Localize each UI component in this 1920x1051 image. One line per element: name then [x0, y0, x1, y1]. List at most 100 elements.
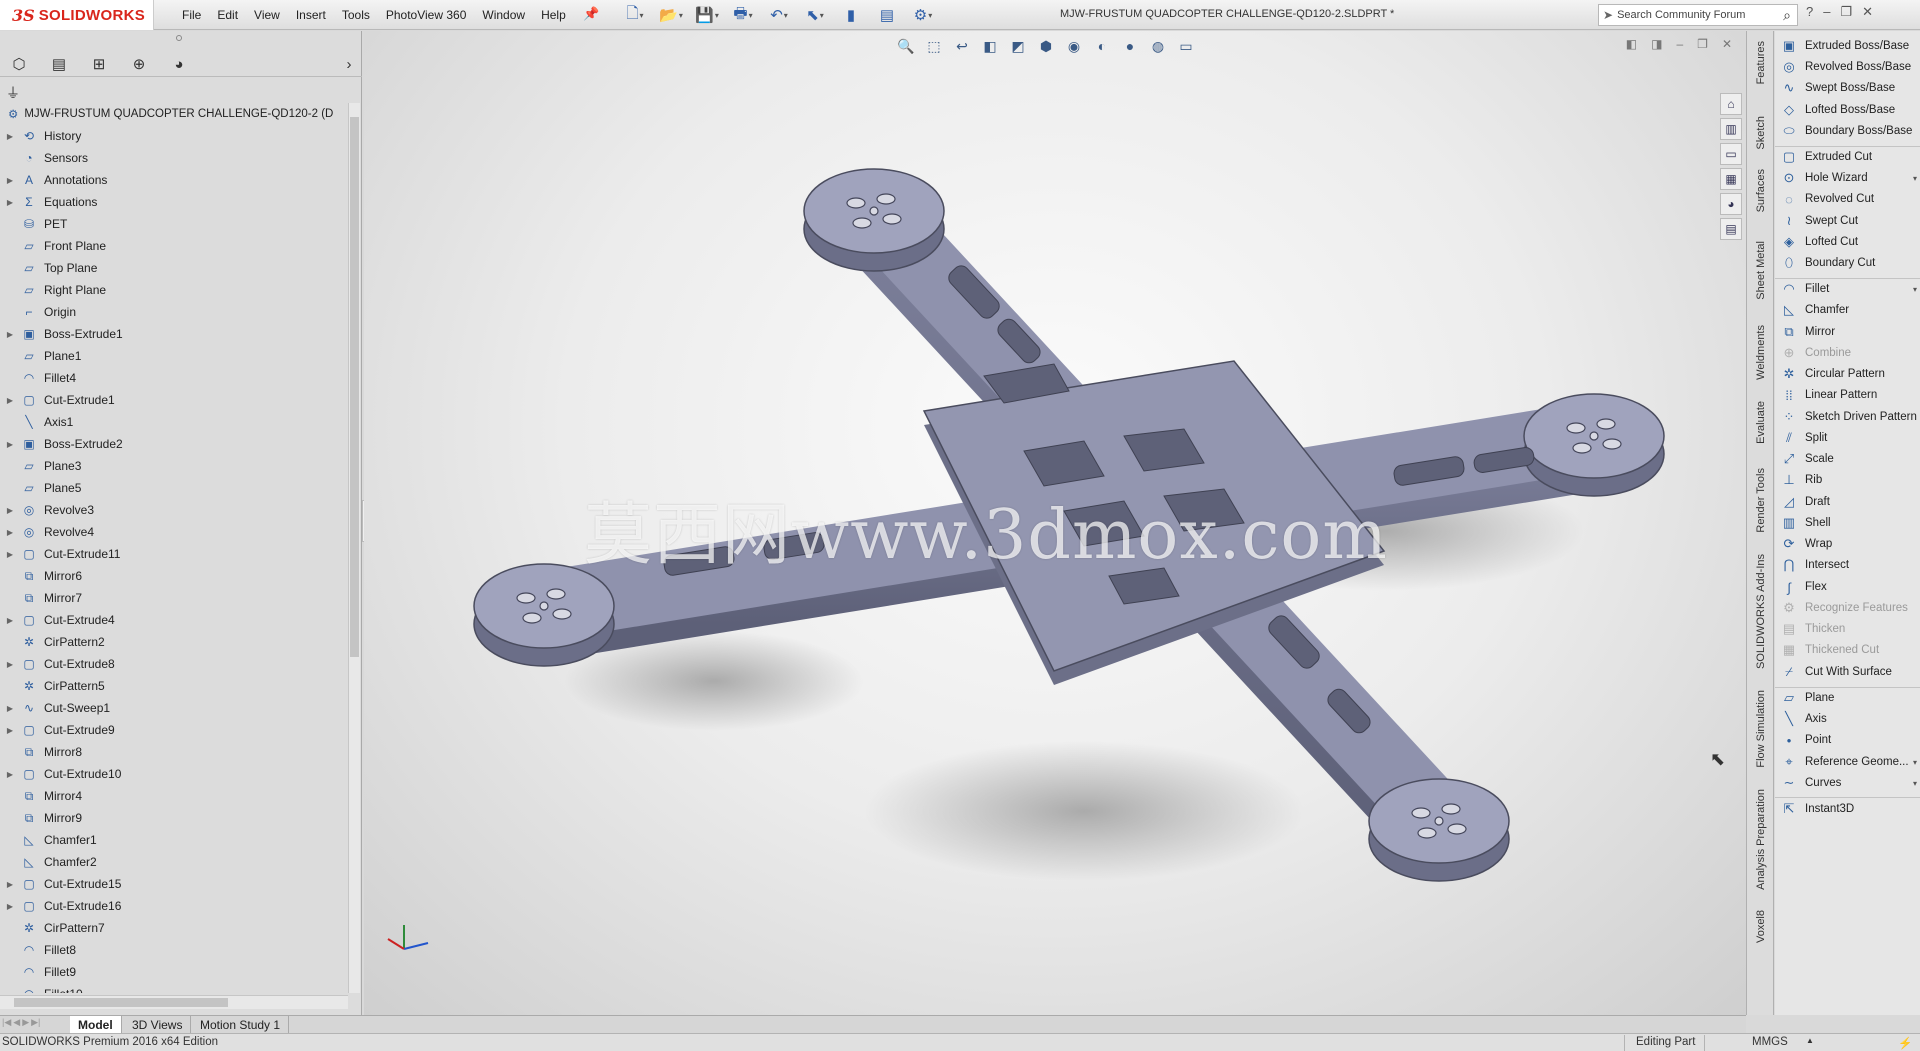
command-swept-cut[interactable]: ≀ Swept Cut — [1779, 210, 1919, 232]
tree-node-history[interactable]: ▶ ⟲ History — [0, 125, 81, 147]
tree-node-revolve4[interactable]: ▶ ◎ Revolve4 — [0, 521, 94, 543]
restore-button[interactable]: ❐ — [1840, 4, 1852, 20]
command-intersect[interactable]: ⋂ Intersect — [1779, 554, 1919, 576]
tree-node-fillet4[interactable]: ◠ Fillet4 — [0, 367, 76, 389]
tree-node-boss-extrude1[interactable]: ▶ ▣ Boss-Extrude1 — [0, 323, 123, 345]
tab-3d-views[interactable]: 3D Views — [124, 1016, 192, 1033]
expand-arrow-icon[interactable]: ▶ — [0, 330, 20, 339]
tab-motion-study[interactable]: Motion Study 1 — [192, 1016, 290, 1033]
tree-node-cirpattern5[interactable]: ✲ CirPattern5 — [0, 675, 105, 697]
command-revolved-cut[interactable]: ◌ Revolved Cut — [1779, 188, 1919, 210]
expand-arrow-icon[interactable]: ▶ — [0, 396, 20, 405]
expand-arrow-icon[interactable]: ▶ — [0, 880, 20, 889]
panel-expand-icon[interactable]: › — [340, 53, 358, 75]
command-instant3d[interactable]: ⇱ Instant3D — [1779, 798, 1919, 820]
graphics-area[interactable]: 🔍 ⬚ ↩ ◧ ◩ ⬢ ◉ ◐ ● ◍ ▭ ◧ ◨ – ❐ ✕ ⌂ ▥ ▭ ▦ … — [364, 31, 1746, 1015]
tree-node-mirror7[interactable]: ⧉ Mirror7 — [0, 587, 82, 609]
expand-arrow-icon[interactable]: ▶ — [0, 726, 20, 735]
viewport-tile-left-icon[interactable]: ◧ — [1626, 37, 1637, 51]
command-linear-pattern[interactable]: ⁞⁞ Linear Pattern — [1779, 384, 1919, 406]
tree-node-fillet8[interactable]: ◠ Fillet8 — [0, 939, 76, 961]
expand-arrow-icon[interactable]: ▶ — [0, 198, 20, 207]
tree-node-cut-extrude10[interactable]: ▶ ▢ Cut-Extrude10 — [0, 763, 121, 785]
first-tab-icon[interactable]: |◀ — [2, 1017, 11, 1028]
help-button[interactable]: ? — [1806, 4, 1813, 20]
dropdown-caret-icon[interactable]: ▾ — [1913, 758, 1917, 767]
scroll-thumb[interactable] — [350, 117, 359, 657]
last-tab-icon[interactable]: ▶| — [31, 1017, 40, 1028]
open-document-icon[interactable]: 📂 ▾ — [656, 4, 686, 26]
expand-arrow-icon[interactable]: ▶ — [0, 550, 20, 559]
solidworks-resources-icon[interactable]: ⌂ — [1720, 93, 1742, 115]
view-palette-icon[interactable]: ▦ — [1720, 168, 1742, 190]
command-revolved-boss-base[interactable]: ◎ Revolved Boss/Base — [1779, 56, 1919, 78]
command-lofted-cut[interactable]: ◈ Lofted Cut — [1779, 231, 1919, 253]
command-hole-wizard[interactable]: ⊙ Hole Wizard ▾ — [1779, 167, 1919, 189]
tab-model[interactable]: Model — [70, 1016, 122, 1033]
tree-node-mirror9[interactable]: ⧉ Mirror9 — [0, 807, 82, 829]
menu-tools[interactable]: Tools — [334, 8, 378, 22]
command-chamfer[interactable]: ◺ Chamfer — [1779, 299, 1919, 321]
scroll-thumb[interactable] — [14, 998, 228, 1007]
appearances-icon[interactable]: ◕ — [1720, 193, 1742, 215]
filter-icon[interactable]: ⏚ — [6, 83, 20, 103]
dimxpert-tab-icon[interactable]: ⊕ — [122, 53, 156, 75]
tab-voxel8[interactable]: Voxel8 — [1749, 903, 1773, 951]
menu-edit[interactable]: Edit — [209, 8, 246, 22]
zoom-to-fit-icon[interactable]: 🔍 — [894, 35, 918, 57]
view-orientation-icon[interactable]: ⬢ — [1034, 35, 1058, 57]
tree-node-sensors[interactable]: ◔ Sensors — [0, 147, 88, 169]
command-extruded-boss-base[interactable]: ▣ Extruded Boss/Base — [1779, 35, 1919, 57]
pin-menu-icon[interactable]: 📌 — [583, 6, 599, 22]
save-icon[interactable]: 💾 ▾ — [692, 4, 722, 26]
tree-node-revolve3[interactable]: ▶ ◎ Revolve3 — [0, 499, 94, 521]
command-scale[interactable]: ⤢ Scale — [1779, 448, 1919, 470]
tree-node-mirror8[interactable]: ⧉ Mirror8 — [0, 741, 82, 763]
command-flex[interactable]: ∫ Flex — [1779, 576, 1919, 598]
hide-show-items-icon[interactable]: ◐ — [1090, 35, 1114, 57]
tab-flow-simulation[interactable]: Flow Simulation — [1749, 681, 1773, 777]
command-lofted-boss-base[interactable]: ◇ Lofted Boss/Base — [1779, 99, 1919, 121]
command-reference-geome[interactable]: ⌖ Reference Geome... ▾ — [1779, 751, 1919, 773]
tree-node-chamfer2[interactable]: ◺ Chamfer2 — [0, 851, 96, 873]
apply-scene-icon[interactable]: ◍ — [1146, 35, 1170, 57]
tab-sheet-metal[interactable]: Sheet Metal — [1749, 225, 1773, 315]
command-mirror[interactable]: ⧉ Mirror — [1779, 321, 1919, 343]
menu-file[interactable]: File — [174, 8, 209, 22]
tree-node-fillet10[interactable]: ◠ Fillet10 — [0, 983, 83, 993]
command-fillet[interactable]: ◠ Fillet ▾ — [1779, 278, 1919, 300]
expand-arrow-icon[interactable]: ▶ — [0, 528, 20, 537]
command-point[interactable]: • Point — [1779, 729, 1919, 751]
custom-properties-icon[interactable]: ▤ — [1720, 218, 1742, 240]
tree-node-plane5[interactable]: ▱ Plane5 — [0, 477, 81, 499]
search-icon[interactable]: ⌕ — [1783, 7, 1791, 24]
dynamic-annotation-icon[interactable]: ◩ — [1006, 35, 1030, 57]
options-icon[interactable]: ⚙ ▾ — [908, 4, 938, 26]
command-axis[interactable]: ╲ Axis — [1779, 708, 1919, 730]
menu-photoview[interactable]: PhotoView 360 — [378, 8, 475, 22]
dropdown-caret-icon[interactable]: ▾ — [1913, 285, 1917, 294]
command-swept-boss-base[interactable]: ∿ Swept Boss/Base — [1779, 77, 1919, 99]
minimize-button[interactable]: – — [1823, 4, 1830, 20]
section-view-icon[interactable]: ◧ — [978, 35, 1002, 57]
display-style-icon[interactable]: ◉ — [1062, 35, 1086, 57]
display-manager-tab-icon[interactable]: ◕ — [162, 53, 196, 75]
panel-grip[interactable] — [176, 35, 182, 41]
expand-arrow-icon[interactable]: ▶ — [0, 616, 20, 625]
tree-node-cut-extrude4[interactable]: ▶ ▢ Cut-Extrude4 — [0, 609, 115, 631]
menu-view[interactable]: View — [246, 8, 288, 22]
tree-node-cut-extrude8[interactable]: ▶ ▢ Cut-Extrude8 — [0, 653, 115, 675]
next-tab-icon[interactable]: ▶ — [22, 1017, 29, 1028]
tree-node-cut-extrude16[interactable]: ▶ ▢ Cut-Extrude16 — [0, 895, 121, 917]
expand-arrow-icon[interactable]: ▶ — [0, 132, 20, 141]
tree-node-right-plane[interactable]: ▱ Right Plane — [0, 279, 106, 301]
tree-horizontal-scrollbar[interactable] — [0, 995, 348, 1009]
tree-node-equations[interactable]: ▶ Σ Equations — [0, 191, 97, 213]
command-circular-pattern[interactable]: ✲ Circular Pattern — [1779, 363, 1919, 385]
tab-weldments[interactable]: Weldments — [1749, 317, 1773, 387]
tree-node-plane1[interactable]: ▱ Plane1 — [0, 345, 81, 367]
viewport-close-icon[interactable]: ✕ — [1722, 37, 1732, 51]
tab-analysis-preparation[interactable]: Analysis Preparation — [1749, 781, 1773, 897]
command-extruded-cut[interactable]: ▢ Extruded Cut — [1779, 146, 1919, 168]
rebuild-status-icon[interactable]: ⚡ — [1898, 1036, 1912, 1050]
